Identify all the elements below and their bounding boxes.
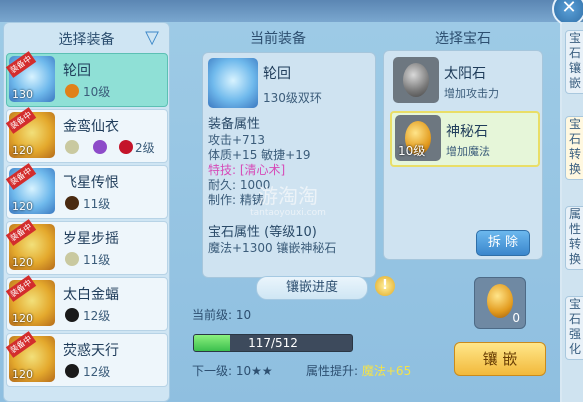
gem-desc: 增加攻击力 [444,87,499,100]
equipped-tag: 装备中 [5,219,37,246]
gem-level: 2级 [135,141,155,155]
gem-select-panel: 太阳石 增加攻击力 10级 神秘石 增加魔法 [383,50,543,260]
gem-icon: 10级 [395,115,441,161]
equipped-tag: 装备中 [5,163,37,190]
close-icon: ✕ [561,0,577,18]
equipment-level: 120 [12,256,33,269]
tab-gem-inlay[interactable]: 宝 石 镶 嵌 [565,30,583,94]
gem-icon [65,196,79,210]
equipment-level: 130 [12,88,33,101]
watermark-url: tantaoyouxi.com [250,208,326,218]
gem-icon [65,252,79,266]
gem-option[interactable]: 10级 神秘石 增加魔法 [390,111,540,167]
equipment-item[interactable]: 装备中 120 岁星步摇 11级 [5,219,168,275]
gem-attr-line: 魔法+1300 镶嵌神秘石 [208,241,337,255]
tab-attr-convert[interactable]: 属 性 转 换 [565,206,583,270]
gem-level: 11级 [83,197,111,211]
attr-line: 攻击+713 [208,133,265,147]
gem-icon [393,57,439,103]
skill-line: 特技: [清心术] [208,163,286,177]
tab-label: 宝 石 镶 嵌 [568,31,581,90]
gem-name: 神秘石 [446,124,488,140]
equipment-icon: 装备中 120 [5,163,55,214]
gem-icon [65,364,79,378]
equipped-tag: 装备中 [5,275,37,302]
gem-icon [487,284,513,318]
gem-level: 12级 [83,365,111,379]
gem-level: 10级 [398,144,426,158]
equipped-tag: 装备中 [5,331,37,358]
gem-select-title: 选择宝石 [435,31,491,47]
equipment-level: 120 [12,200,33,213]
gem-desc: 增加魔法 [446,145,490,158]
attr-boost-value: 魔法+65 [361,364,412,378]
gem-slot[interactable]: 0 [474,277,526,329]
title-bar [0,0,560,22]
equipment-level: 120 [12,312,33,325]
gem-icon [93,140,107,154]
attr-boost-label: 属性提升: [306,364,359,378]
equipment-item[interactable]: 装备中 120 金鸾仙衣 2级 [5,107,168,163]
funnel-icon[interactable]: ▽ [141,27,163,49]
tab-gem-convert[interactable]: 宝 石 转 换 [565,116,583,180]
gem-icon [65,84,79,98]
attr-line: 体质+15 敏捷+19 [208,148,311,162]
attr-header: 装备属性 [208,117,261,132]
gem-level: 10级 [83,85,111,99]
equipment-icon: 装备中 120 [5,107,55,158]
remove-button[interactable]: 拆 除 [476,230,530,256]
equipment-icon: 装备中 130 [5,51,55,102]
equipment-name: 太白金蝠 [63,287,119,303]
next-level: 下一级: 10★★ [192,364,273,378]
gem-name: 太阳石 [444,66,486,82]
equipment-level: 120 [12,368,33,381]
equipment-item[interactable]: 装备中 120 太白金蝠 12级 [5,275,168,331]
equipment-item[interactable]: 装备中 120 荧惑天行 12级 [5,331,168,387]
tab-label: 宝 石 转 换 [568,117,581,176]
equipment-list-panel: 选择装备 ▽ 装备中 130 轮回 10级 装备中 120 金鸾仙衣 2级 装备… [3,22,170,402]
progress-bar: 117/512 [193,334,353,352]
equipment-detail-card: 轮回 130级双环 装备属性 攻击+713 体质+15 敏捷+19 特技: [清… [202,52,376,278]
tab-label: 属 性 转 换 [568,207,581,266]
equipment-level: 120 [12,144,33,157]
equipment-name: 金鸾仙衣 [63,119,119,135]
equipment-name: 轮回 [263,66,291,82]
equipment-type: 130级双环 [263,91,322,105]
progress-bar-text: 117/512 [248,336,298,350]
info-icon[interactable]: ! [375,276,395,296]
gem-level: 11级 [83,253,111,267]
inlay-button[interactable]: 镶 嵌 [454,342,546,376]
equipment-icon [208,58,258,108]
equipment-name: 荧惑天行 [63,343,119,359]
current-level: 当前级: 10 [192,308,252,322]
gem-icon [119,140,133,154]
gem-icon [65,308,79,322]
gem-slot-count: 0 [512,311,520,325]
equipment-name: 岁星步摇 [63,231,119,247]
gem-attr-header: 宝石属性 (等级10) [208,225,317,240]
attr-boost: 属性提升: 魔法+65 [306,362,411,379]
current-equipment-title: 当前装备 [250,31,306,47]
gem-option[interactable]: 太阳石 增加攻击力 [390,55,536,107]
equipment-icon: 装备中 120 [5,219,55,270]
equipped-tag: 装备中 [5,51,37,78]
equipment-item[interactable]: 装备中 130 轮回 10级 [5,51,168,107]
gem-level: 12级 [83,309,111,323]
watermark-logo: 游淘淘 [258,184,318,208]
tab-label: 宝 石 强 化 [568,297,581,356]
equipment-name: 飞星传恨 [63,175,119,191]
equipment-icon: 装备中 120 [5,331,55,382]
inlay-progress-label: 镶嵌进度 [256,276,368,300]
equipment-icon: 装备中 120 [5,275,55,326]
equipment-item[interactable]: 装备中 120 飞星传恨 11级 [5,163,168,219]
equipment-name: 轮回 [63,63,91,79]
equipped-tag: 装备中 [5,107,37,134]
tab-gem-upgrade[interactable]: 宝 石 强 化 [565,296,583,360]
gem-icon [65,140,79,154]
